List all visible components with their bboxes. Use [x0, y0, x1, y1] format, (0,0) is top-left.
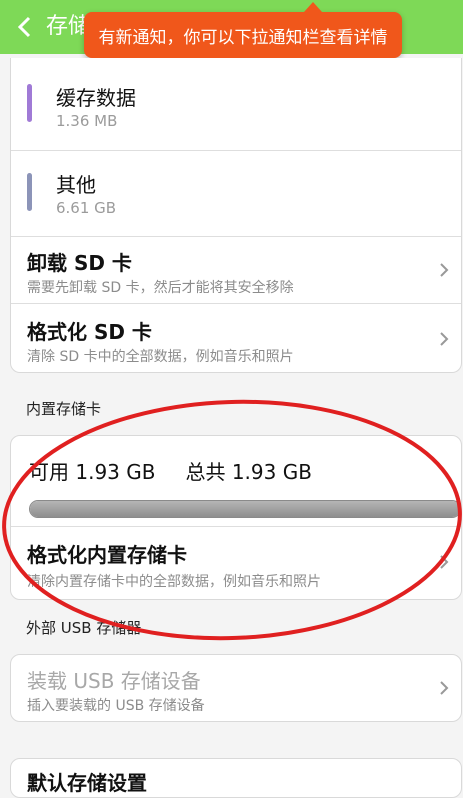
internal-storage-label: 内置存储卡	[26, 400, 102, 418]
category-size: 6.61 GB	[56, 199, 117, 217]
toast-text: 有新通知，你可以下拉通知栏查看详情	[98, 27, 388, 48]
back-icon[interactable]	[12, 12, 36, 42]
internal-storage-card: 可用 1.93 GB 总共 1.93 GB 格式化内置存储卡 清除内置存储卡中的全…	[10, 435, 462, 600]
category-label: 其他	[56, 173, 96, 197]
format-sd-row[interactable]: 格式化 SD 卡 清除 SD 卡中的全部数据，例如音乐和照片	[11, 304, 461, 372]
category-size: 1.36 MB	[56, 112, 118, 130]
toast-tail	[304, 2, 322, 12]
mount-usb-row[interactable]: 装载 USB 存储设备 插入要装载的 USB 存储设备	[11, 655, 461, 723]
usb-storage-card: 装载 USB 存储设备 插入要装载的 USB 存储设备	[10, 654, 462, 722]
category-row-other[interactable]: 其他 6.61 GB	[11, 151, 461, 236]
mount-usb-title: 装载 USB 存储设备	[27, 669, 201, 693]
notification-toast[interactable]: 有新通知，你可以下拉通知栏查看详情	[84, 2, 402, 58]
chevron-right-icon	[440, 555, 449, 569]
default-storage-title[interactable]: 默认存储设置	[27, 767, 147, 796]
format-internal-subtitle: 清除内置存储卡中的全部数据，例如音乐和照片	[27, 574, 321, 590]
chevron-right-icon	[440, 263, 449, 277]
other-color-swatch	[27, 173, 32, 211]
usb-storage-label: 外部 USB 存储器	[26, 619, 142, 637]
default-storage-card: 默认存储设置	[10, 758, 462, 798]
available-space: 可用 1.93 GB	[29, 460, 156, 484]
format-internal-title: 格式化内置存储卡	[27, 543, 187, 567]
storage-progress-bar	[29, 500, 461, 518]
cache-color-swatch	[27, 84, 32, 122]
unmount-sd-title: 卸载 SD 卡	[27, 251, 132, 275]
unmount-sd-subtitle: 需要先卸载 SD 卡，然后才能将其安全移除	[27, 280, 294, 296]
chevron-right-icon	[440, 332, 449, 346]
progress-fill	[30, 501, 460, 517]
format-sd-title: 格式化 SD 卡	[27, 320, 152, 344]
internal-usage: 可用 1.93 GB 总共 1.93 GB	[29, 456, 342, 485]
unmount-sd-row[interactable]: 卸载 SD 卡 需要先卸载 SD 卡，然后才能将其安全移除	[11, 237, 461, 303]
storage-card: 缓存数据 1.36 MB 其他 6.61 GB 卸载 SD 卡 需要先卸载 SD…	[10, 58, 462, 373]
format-sd-subtitle: 清除 SD 卡中的全部数据，例如音乐和照片	[27, 349, 294, 365]
format-internal-row[interactable]: 格式化内置存储卡 清除内置存储卡中的全部数据，例如音乐和照片	[11, 527, 461, 599]
chevron-right-icon	[440, 681, 449, 695]
total-space: 总共 1.93 GB	[185, 460, 312, 484]
mount-usb-subtitle: 插入要装载的 USB 存储设备	[27, 698, 205, 714]
category-label: 缓存数据	[56, 86, 136, 110]
category-row-cache[interactable]: 缓存数据 1.36 MB	[11, 58, 461, 150]
